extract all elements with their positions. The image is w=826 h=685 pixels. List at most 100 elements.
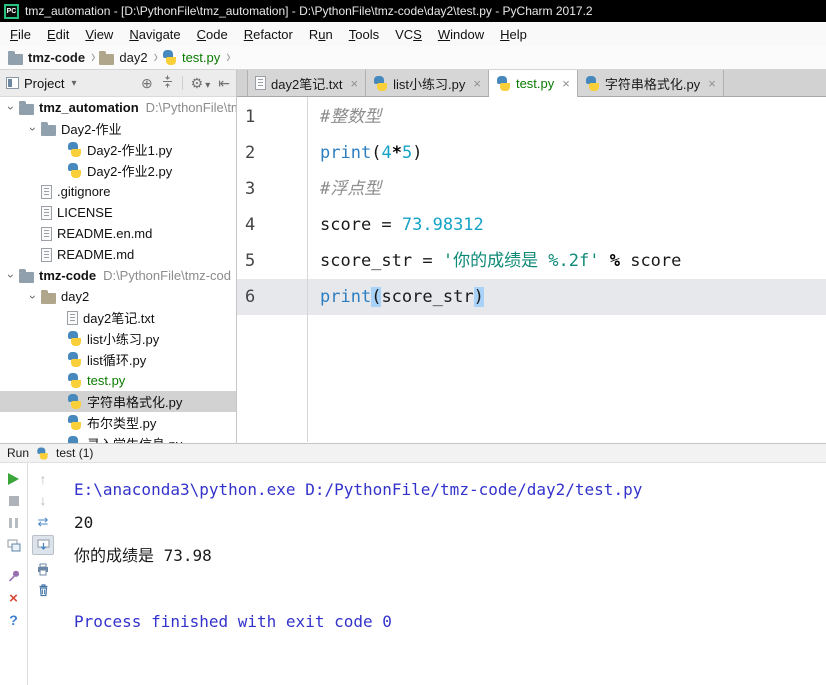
text-file-icon bbox=[41, 205, 52, 220]
python-icon bbox=[67, 142, 82, 157]
tree-item-string-format[interactable]: 字符串格式化.py bbox=[0, 391, 236, 412]
tab-list-practice[interactable]: list小练习.py bbox=[366, 70, 489, 96]
tab-day2-notes[interactable]: day2笔记.txt bbox=[247, 70, 367, 96]
run-panel-title: Run bbox=[7, 446, 30, 460]
print-console-button[interactable] bbox=[35, 562, 51, 576]
python-icon bbox=[496, 76, 511, 91]
close-icon[interactable] bbox=[351, 76, 359, 91]
chevron-right-icon: › bbox=[153, 45, 158, 67]
line-number[interactable]: 2 bbox=[237, 135, 307, 171]
soft-wrap-button[interactable]: ⇄ bbox=[35, 514, 51, 528]
folder-icon bbox=[19, 268, 34, 283]
close-icon[interactable] bbox=[473, 76, 481, 91]
python-icon bbox=[585, 75, 600, 91]
editor-line-current[interactable]: 6 print(score_str) bbox=[237, 279, 826, 315]
tree-item-readme[interactable]: README.md bbox=[0, 244, 236, 265]
chevron-down-icon[interactable] bbox=[25, 122, 41, 136]
menu-run[interactable]: Run bbox=[301, 27, 341, 42]
python-icon bbox=[67, 352, 82, 367]
python-icon bbox=[67, 331, 82, 346]
pause-output-button[interactable] bbox=[6, 516, 22, 530]
tree-item-bool-type[interactable]: 布尔类型.py bbox=[0, 412, 236, 433]
project-tree: tmz_automation D:\PythonFile\tm Day2-作业 … bbox=[0, 97, 236, 443]
close-icon[interactable] bbox=[562, 76, 570, 91]
tree-item-day2-homework1[interactable]: Day2-作业1.py bbox=[0, 139, 236, 160]
menu-edit[interactable]: Edit bbox=[39, 27, 77, 42]
breadcrumb-test-py[interactable]: test.py bbox=[162, 50, 220, 65]
console-output-line: 你的成绩是 73.98 bbox=[74, 546, 212, 565]
clear-console-icon[interactable] bbox=[35, 583, 51, 597]
line-number[interactable]: 3 bbox=[237, 171, 307, 207]
help-button[interactable]: ? bbox=[6, 613, 22, 627]
scroll-to-end-button[interactable] bbox=[32, 535, 54, 555]
editor-tab-bar: day2笔记.txt list小练习.py test.py 字符串格式化.py bbox=[237, 70, 826, 97]
line-number[interactable]: 1 bbox=[237, 99, 307, 135]
chevron-right-icon: › bbox=[226, 45, 231, 67]
menu-view[interactable]: View bbox=[77, 27, 121, 42]
next-occurrence-button[interactable]: ↓ bbox=[35, 493, 51, 507]
run-toolbar-console: ↑ ↓ ⇄ bbox=[28, 463, 58, 685]
run-console[interactable]: E:\anaconda3\python.exe D:/PythonFile/tm… bbox=[58, 463, 826, 685]
tree-item-day2-notes[interactable]: day2笔记.txt bbox=[0, 307, 236, 328]
stop-button[interactable] bbox=[6, 494, 22, 508]
chevron-down-icon[interactable] bbox=[3, 269, 19, 283]
menu-vcs[interactable]: VCS bbox=[387, 27, 430, 42]
python-icon bbox=[373, 75, 388, 91]
tree-item-license[interactable]: LICENSE bbox=[0, 202, 236, 223]
breadcrumb: tmz-code › day2 › test.py › bbox=[0, 46, 826, 70]
editor-line[interactable]: 2 print(4*5) bbox=[237, 135, 826, 171]
editor-line[interactable]: 5 score_str = '你的成绩是 %.2f' % score bbox=[237, 243, 826, 279]
gear-icon[interactable]: ⚙ ▾ bbox=[191, 76, 211, 91]
menu-code[interactable]: Code bbox=[189, 27, 236, 42]
run-tab-label[interactable]: test (1) bbox=[56, 446, 93, 460]
python-icon bbox=[67, 394, 82, 409]
tree-item-gitignore[interactable]: .gitignore bbox=[0, 181, 236, 202]
chevron-down-icon[interactable] bbox=[3, 101, 19, 115]
tree-item-day2-homework2[interactable]: Day2-作业2.py bbox=[0, 160, 236, 181]
text-file-icon bbox=[255, 76, 266, 90]
menu-file[interactable]: File bbox=[2, 27, 39, 42]
tab-test-py[interactable]: test.py bbox=[488, 70, 578, 97]
hide-panel-icon[interactable]: ⇤ bbox=[218, 76, 230, 90]
rerun-button[interactable] bbox=[6, 472, 22, 486]
tree-item-day2[interactable]: day2 bbox=[0, 286, 236, 307]
python-icon bbox=[37, 447, 49, 459]
editor-line[interactable]: 3 #浮点型 bbox=[237, 171, 826, 207]
editor-line[interactable]: 1 #整数型 bbox=[237, 99, 826, 135]
tree-item-tmz-automation[interactable]: tmz_automation D:\PythonFile\tm bbox=[0, 97, 236, 118]
menu-help[interactable]: Help bbox=[492, 27, 535, 42]
line-number[interactable]: 6 bbox=[237, 279, 307, 315]
tree-item-readme-en[interactable]: README.en.md bbox=[0, 223, 236, 244]
line-number[interactable]: 5 bbox=[237, 243, 307, 279]
tree-item-student-info[interactable]: 录入学生信息.py bbox=[0, 433, 236, 443]
tab-string-format[interactable]: 字符串格式化.py bbox=[577, 70, 724, 96]
pin-tab-button[interactable] bbox=[6, 569, 22, 583]
menu-window[interactable]: Window bbox=[430, 27, 492, 42]
tree-item-tmz-code[interactable]: tmz-code D:\PythonFile\tmz-cod bbox=[0, 265, 236, 286]
editor-line[interactable]: 4 score = 73.98312 bbox=[237, 207, 826, 243]
console-command-line: E:\anaconda3\python.exe D:/PythonFile/tm… bbox=[74, 480, 643, 499]
tree-item-test-py[interactable]: test.py bbox=[0, 370, 236, 391]
menu-navigate[interactable]: Navigate bbox=[121, 27, 188, 42]
project-panel: Project ▾ ⊕ ⚙▾ ⇤ tmz_automation bbox=[0, 70, 237, 443]
project-toolwindow-icon bbox=[6, 77, 19, 89]
chevron-down-icon[interactable] bbox=[25, 290, 41, 304]
close-button[interactable]: × bbox=[6, 591, 22, 606]
console-output-line: 20 bbox=[74, 513, 94, 532]
menu-tools[interactable]: Tools bbox=[341, 27, 387, 42]
locate-file-icon[interactable]: ⊕ bbox=[141, 76, 153, 90]
collapse-all-icon[interactable] bbox=[161, 75, 174, 91]
tree-item-list-loop[interactable]: list循环.py bbox=[0, 349, 236, 370]
breadcrumb-tmz-code[interactable]: tmz-code bbox=[8, 50, 85, 65]
tree-item-list-practice[interactable]: list小练习.py bbox=[0, 328, 236, 349]
breadcrumb-day2[interactable]: day2 bbox=[99, 50, 148, 65]
chevron-down-icon[interactable]: ▾ bbox=[71, 78, 76, 89]
prev-occurrence-button[interactable]: ↑ bbox=[35, 472, 51, 486]
tree-item-day2-homework[interactable]: Day2-作业 bbox=[0, 118, 236, 139]
line-number[interactable]: 4 bbox=[237, 207, 307, 243]
code-editor[interactable]: 1 #整数型 2 print(4*5) 3 #浮点型 4 score = 73.… bbox=[237, 97, 826, 442]
menu-refactor[interactable]: Refactor bbox=[236, 27, 301, 42]
close-icon[interactable] bbox=[708, 76, 716, 91]
restore-layout-button[interactable] bbox=[6, 538, 22, 552]
toolbar-divider bbox=[181, 76, 183, 90]
